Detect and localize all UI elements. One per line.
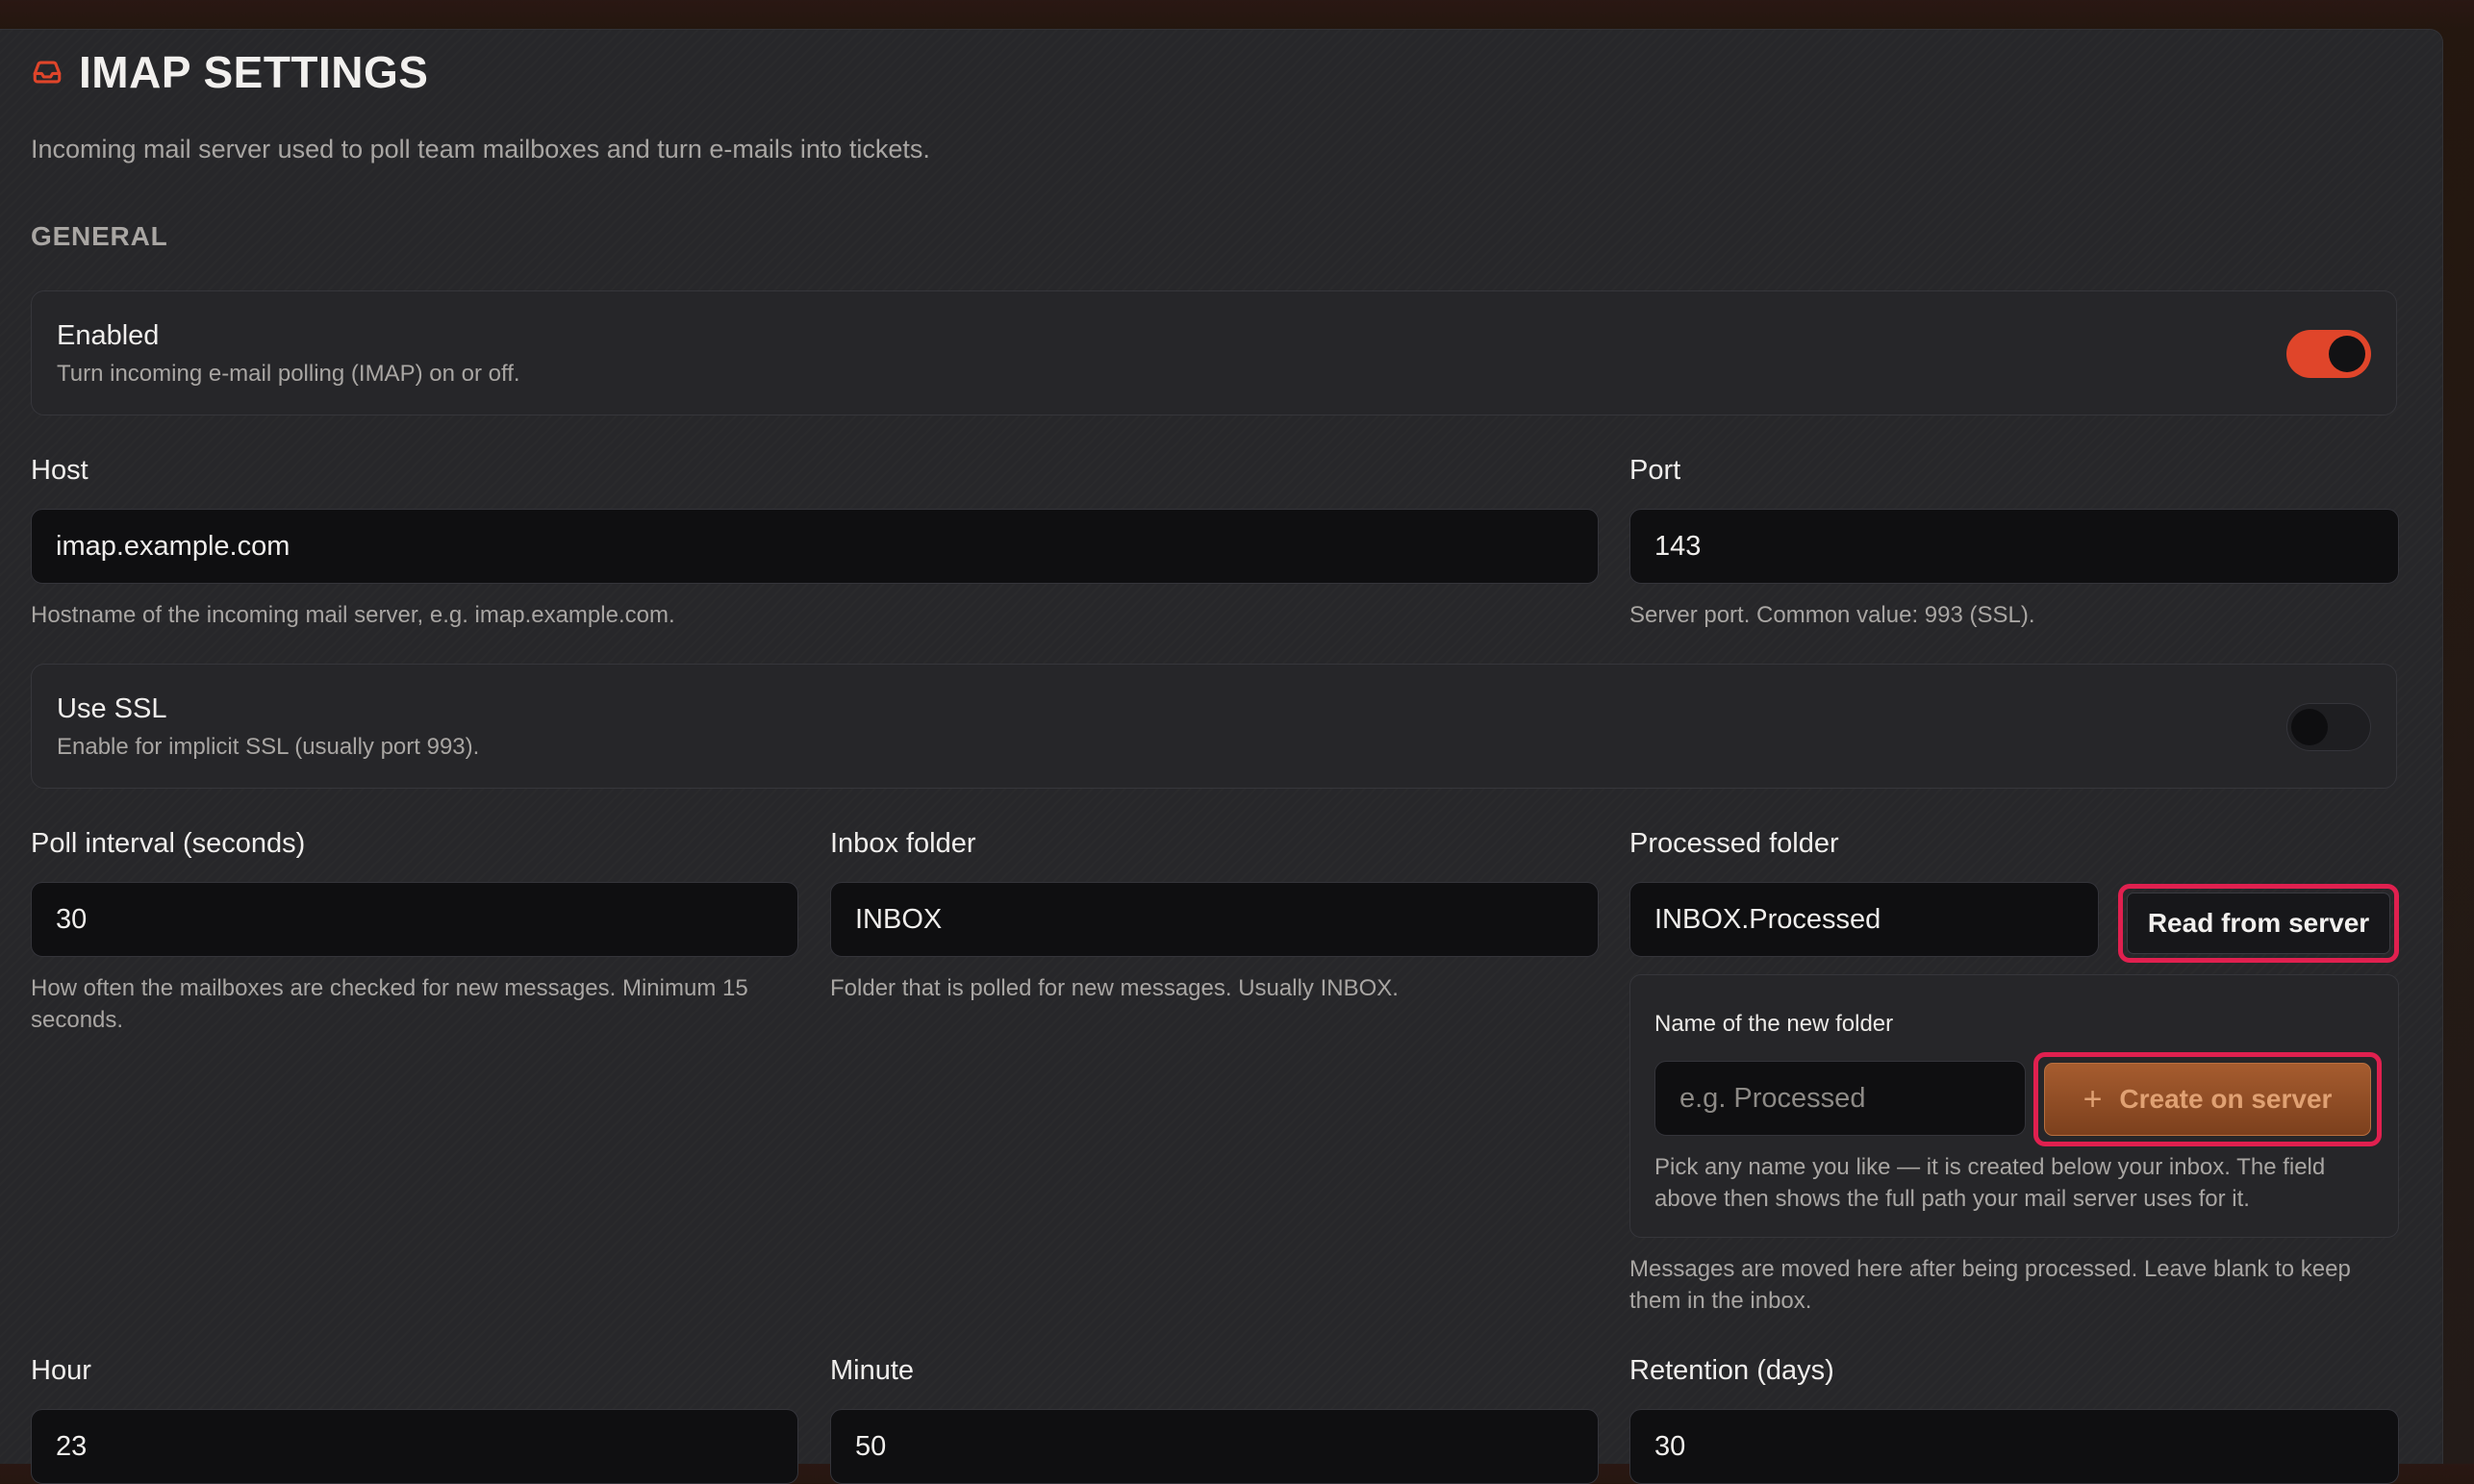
retention-input[interactable]: 30	[1629, 1409, 2399, 1484]
hour-input[interactable]: 23	[31, 1409, 798, 1484]
new-folder-label: Name of the new folder	[1654, 1011, 1894, 1037]
ssl-setting-panel: Use SSL Enable for implicit SSL (usually…	[31, 664, 2397, 789]
inbox-icon	[31, 56, 63, 88]
inbox-folder-help: Folder that is polled for new messages. …	[830, 975, 1399, 1001]
poll-interval-label: Poll interval (seconds)	[31, 828, 306, 859]
ssl-description: Enable for implicit SSL (usually port 99…	[57, 734, 480, 760]
ssl-title: Use SSL	[57, 693, 167, 724]
toggle-knob	[2291, 709, 2328, 745]
page-subtitle: Incoming mail server used to poll team m…	[31, 135, 930, 163]
enabled-toggle[interactable]	[2286, 330, 2371, 378]
inbox-folder-input[interactable]: INBOX	[830, 882, 1599, 957]
ssl-toggle[interactable]	[2286, 703, 2371, 751]
minute-input[interactable]: 50	[830, 1409, 1599, 1484]
enabled-description: Turn incoming e-mail polling (IMAP) on o…	[57, 361, 520, 387]
create-on-server-label: Create on server	[2119, 1084, 2333, 1114]
settings-header: IMAP SETTINGS	[31, 46, 428, 98]
port-help: Server port. Common value: 993 (SSL).	[1629, 602, 2035, 628]
new-folder-input[interactable]: e.g. Processed	[1654, 1061, 2026, 1136]
poll-interval-help: How often the mailboxes are checked for …	[31, 975, 748, 1033]
read-from-server-button[interactable]: Read from server	[2127, 893, 2390, 954]
enabled-title: Enabled	[57, 320, 160, 351]
enabled-setting-panel: Enabled Turn incoming e-mail polling (IM…	[31, 290, 2397, 415]
retention-label: Retention (days)	[1629, 1355, 1834, 1386]
port-label: Port	[1629, 455, 1681, 486]
port-input[interactable]: 143	[1629, 509, 2399, 584]
processed-folder-help: Messages are moved here after being proc…	[1629, 1256, 2351, 1314]
new-folder-hint: Pick any name you like — it is created b…	[1654, 1154, 2326, 1212]
page-title: IMAP SETTINGS	[79, 47, 429, 97]
toggle-knob	[2329, 336, 2365, 372]
host-help: Hostname of the incoming mail server, e.…	[31, 602, 675, 628]
create-on-server-highlight: + Create on server	[2033, 1052, 2382, 1146]
processed-folder-label: Processed folder	[1629, 828, 1839, 859]
section-heading-general: GENERAL	[31, 221, 168, 251]
minute-label: Minute	[830, 1355, 915, 1386]
host-label: Host	[31, 455, 88, 486]
processed-folder-input[interactable]: INBOX.Processed	[1629, 882, 2099, 957]
hour-label: Hour	[31, 1355, 91, 1386]
create-on-server-button[interactable]: + Create on server	[2044, 1063, 2371, 1136]
plus-icon: +	[2083, 1080, 2103, 1118]
inbox-folder-label: Inbox folder	[830, 828, 976, 859]
host-input[interactable]: imap.example.com	[31, 509, 1599, 584]
read-from-server-highlight: Read from server	[2118, 884, 2399, 963]
poll-interval-input[interactable]: 30	[31, 882, 798, 957]
